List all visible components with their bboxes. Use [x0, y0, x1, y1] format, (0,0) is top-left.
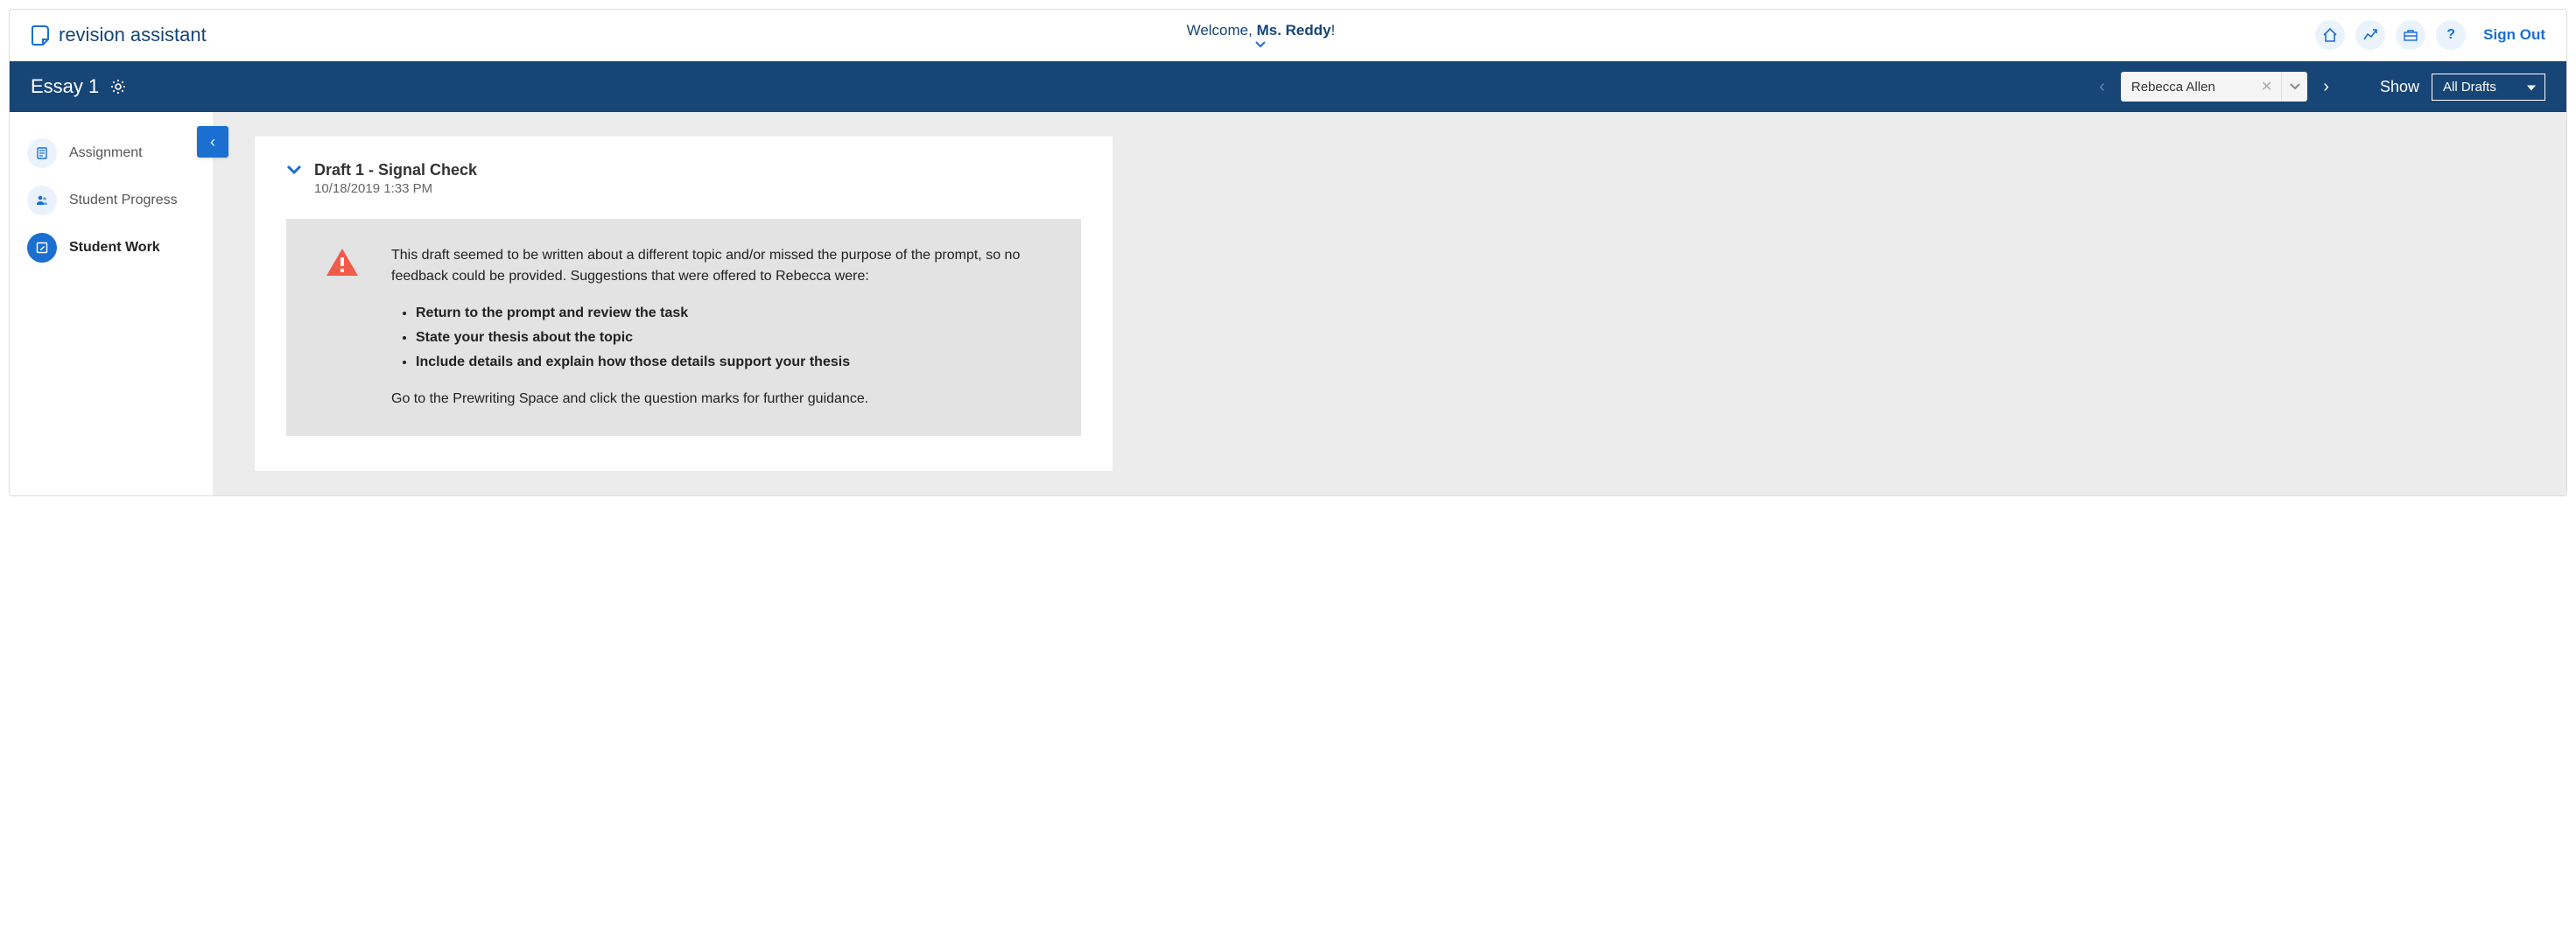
- collapse-draft-button[interactable]: [286, 164, 302, 179]
- draft-timestamp: 10/18/2019 1:33 PM: [314, 181, 477, 196]
- feedback-outro: Go to the Prewriting Space and click the…: [391, 389, 1042, 410]
- show-label: Show: [2380, 78, 2419, 96]
- feedback-text: This draft seemed to be written about a …: [391, 245, 1042, 410]
- sidebar-item-student-progress[interactable]: Student Progress: [10, 177, 213, 224]
- logo-icon: [31, 24, 52, 46]
- feedback-box: This draft seemed to be written about a …: [286, 219, 1081, 436]
- clear-icon[interactable]: ✕: [2252, 72, 2281, 102]
- progress-icon[interactable]: [2355, 20, 2385, 50]
- drafts-filter-value: All Drafts: [2443, 80, 2496, 95]
- welcome-name: Ms. Reddy: [1257, 22, 1331, 39]
- sidebar-item-label: Student Progress: [69, 193, 178, 208]
- sidebar: ‹ Assignment Student Progress Student Wo…: [10, 112, 213, 495]
- prev-student-button[interactable]: ‹: [2095, 77, 2109, 97]
- drafts-filter-select[interactable]: All Drafts: [2432, 74, 2545, 101]
- list-item: State your thesis about the topic: [416, 327, 1042, 348]
- draft-title: Draft 1 - Signal Check: [314, 161, 477, 179]
- welcome-prefix: Welcome,: [1187, 22, 1257, 39]
- draft-title-box: Draft 1 - Signal Check 10/18/2019 1:33 P…: [314, 161, 477, 196]
- sub-header: Essay 1 ‹ Rebecca Allen ✕ › Show All Dra…: [10, 61, 2566, 112]
- sub-header-right: ‹ Rebecca Allen ✕ › Show All Drafts: [2095, 72, 2545, 102]
- gear-icon[interactable]: [109, 78, 127, 95]
- briefcase-icon[interactable]: [2396, 20, 2425, 50]
- people-icon: [27, 186, 57, 215]
- help-icon[interactable]: ?: [2436, 20, 2466, 50]
- feedback-intro: This draft seemed to be written about a …: [391, 245, 1042, 287]
- student-select-value: Rebecca Allen: [2121, 72, 2252, 102]
- caret-down-icon: [1187, 41, 1336, 48]
- welcome-suffix: !: [1331, 22, 1336, 39]
- draft-card: Draft 1 - Signal Check 10/18/2019 1:33 P…: [255, 137, 1113, 471]
- logo[interactable]: revision assistant: [31, 24, 207, 46]
- header-actions: ? Sign Out: [2315, 20, 2545, 50]
- student-select[interactable]: Rebecca Allen ✕: [2121, 72, 2307, 102]
- list-item: Return to the prompt and review the task: [416, 303, 1042, 324]
- draft-header: Draft 1 - Signal Check 10/18/2019 1:33 P…: [286, 161, 1081, 196]
- chevron-down-icon[interactable]: [2281, 72, 2307, 102]
- next-student-button[interactable]: ›: [2320, 77, 2333, 97]
- body: ‹ Assignment Student Progress Student Wo…: [10, 112, 2566, 495]
- sign-out-link[interactable]: Sign Out: [2483, 26, 2545, 44]
- welcome-dropdown[interactable]: Welcome, Ms. Reddy!: [1187, 22, 1336, 48]
- suggestion-list: Return to the prompt and review the task…: [416, 303, 1042, 373]
- content-area: Draft 1 - Signal Check 10/18/2019 1:33 P…: [213, 112, 2566, 495]
- edit-icon: [27, 233, 57, 263]
- essay-title: Essay 1: [31, 75, 99, 98]
- sidebar-item-label: Assignment: [69, 145, 143, 161]
- document-icon: [27, 138, 57, 168]
- home-icon[interactable]: [2315, 20, 2345, 50]
- logo-text: revision assistant: [59, 24, 207, 46]
- warning-icon: [325, 247, 360, 283]
- sidebar-item-assignment[interactable]: Assignment: [10, 130, 213, 177]
- list-item: Include details and explain how those de…: [416, 352, 1042, 373]
- triangle-down-icon: [2527, 80, 2536, 95]
- top-header: revision assistant Welcome, Ms. Reddy! ?…: [10, 10, 2566, 61]
- sub-header-left: Essay 1: [31, 75, 127, 98]
- app-frame: revision assistant Welcome, Ms. Reddy! ?…: [9, 9, 2567, 496]
- sidebar-item-label: Student Work: [69, 240, 160, 256]
- sidebar-item-student-work[interactable]: Student Work: [10, 224, 213, 271]
